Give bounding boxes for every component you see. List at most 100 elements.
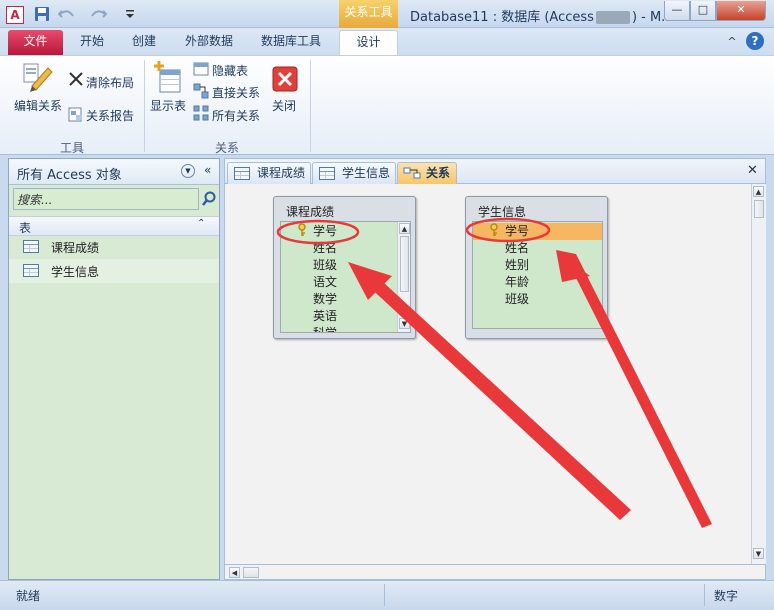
doc-tab-student-info[interactable]: 学生信息 (312, 162, 396, 184)
edit-relationships-button[interactable]: 编辑关系 (14, 97, 62, 114)
window-title: Database11 : 数据库 (Access) - M... (410, 6, 674, 25)
nav-group-tables[interactable]: 表 ⌃ (9, 216, 219, 236)
field-item[interactable]: 科学 (313, 325, 337, 332)
field-label: 学号 (313, 224, 338, 238)
field-item[interactable]: 班级 (313, 257, 337, 274)
hide-table-icon (193, 61, 209, 80)
nav-search-input[interactable]: 搜索... (13, 188, 199, 210)
field-list-title: 学生信息 (478, 205, 527, 219)
field-item[interactable]: 英语 (313, 308, 337, 325)
relationships-tab-icon (403, 166, 421, 186)
canvas-horizontal-scrollbar[interactable]: ◀ (224, 564, 766, 580)
search-icon[interactable] (201, 190, 217, 211)
field-item[interactable]: 姓名 (313, 240, 337, 257)
field-item[interactable]: 班级 (505, 291, 529, 308)
clear-layout-button[interactable]: 清除布局 (86, 74, 134, 91)
field-list-title: 课程成绩 (286, 205, 335, 219)
nav-item-course-scores[interactable]: 课程成绩 (9, 235, 219, 259)
tools-group-label: 工具 (59, 141, 84, 155)
field-item[interactable]: 姓名 (505, 240, 529, 257)
scroll-thumb[interactable] (754, 200, 764, 218)
scroll-left-icon[interactable]: ◀ (229, 567, 240, 578)
help-icon[interactable]: ? (746, 32, 764, 50)
clear-layout-icon (68, 71, 84, 90)
nav-header[interactable]: 所有 Access 对象 ▼ « (9, 159, 219, 185)
nav-item-label: 学生信息 (51, 265, 100, 279)
scroll-up-icon[interactable]: ▲ (753, 186, 764, 197)
scroll-up-icon[interactable]: ▲ (399, 223, 410, 234)
nav-menu-dropdown-icon[interactable]: ▼ (181, 164, 195, 178)
tab-file[interactable]: 文件 (8, 30, 63, 55)
tab-create[interactable]: 创建 (124, 30, 164, 55)
field-list-body[interactable]: 学号 姓名 姓别 年龄 班级 (472, 221, 603, 329)
scroll-down-icon[interactable]: ▼ (753, 548, 764, 559)
show-table-icon (152, 60, 184, 97)
redo-icon[interactable] (90, 6, 108, 24)
tab-database-tools[interactable]: 数据库工具 (252, 30, 330, 55)
collapse-group-icon[interactable]: ⌃ (197, 218, 205, 229)
relationship-report-button[interactable]: 关系报告 (86, 107, 134, 124)
primary-key-icon (489, 223, 499, 242)
field-item-key-selected[interactable]: 学号 (473, 223, 602, 240)
close-relationships-icon (272, 66, 298, 95)
field-list-scrollbar[interactable]: ▲ ▼ (397, 222, 410, 332)
doc-tab-course-scores[interactable]: 课程成绩 (227, 162, 311, 184)
scroll-thumb[interactable] (243, 567, 259, 578)
field-list-student-info[interactable]: 学生信息 学号 姓名 姓别 年龄 班级 (465, 196, 608, 339)
field-item[interactable]: 年龄 (505, 274, 529, 291)
field-list-body[interactable]: 学号 姓名 班级 语文 数学 英语 科学 ▲ ▼ (280, 221, 411, 333)
scroll-down-icon[interactable]: ▼ (399, 318, 410, 329)
relationships-group-label: 关系 (214, 141, 239, 155)
field-item[interactable]: 数学 (313, 291, 337, 308)
field-label: 学号 (505, 224, 530, 238)
close-document-icon[interactable]: ✕ (747, 163, 758, 178)
field-item[interactable]: 姓别 (505, 257, 529, 274)
primary-key-icon (297, 223, 307, 242)
maximize-button[interactable]: □ (690, 1, 716, 21)
close-relationships-button[interactable]: 关闭 (272, 97, 296, 114)
document-tabs: 课程成绩 学生信息 关系 ✕ (224, 158, 766, 184)
minimize-button[interactable]: — (664, 1, 690, 21)
status-separator (704, 584, 705, 606)
hide-table-button[interactable]: 隐藏表 (212, 62, 248, 79)
all-relationships-icon (193, 105, 209, 124)
customize-qat-icon[interactable] (124, 6, 142, 24)
relationships-canvas[interactable]: 课程成绩 学号 姓名 班级 语文 数学 英语 科学 ▲ ▼ 学生信息 学号 姓名… (224, 184, 766, 564)
title-bar: A 关系工具 Database11 : 数据库 (Access) - M... … (0, 0, 774, 28)
redacted-area (595, 11, 630, 24)
scroll-thumb[interactable] (400, 236, 409, 292)
access-logo-icon[interactable]: A (6, 6, 24, 24)
nav-item-label: 课程成绩 (51, 241, 100, 255)
field-item-key[interactable]: 学号 (281, 223, 396, 240)
close-window-button[interactable]: ✕ (716, 1, 766, 21)
table-icon (319, 167, 335, 180)
collapse-ribbon-icon[interactable]: ^ (724, 30, 740, 55)
field-list-course-scores[interactable]: 课程成绩 学号 姓名 班级 语文 数学 英语 科学 ▲ ▼ (273, 196, 416, 339)
show-table-button[interactable]: 显示表 (150, 97, 186, 114)
tab-home[interactable]: 开始 (72, 30, 112, 55)
tab-design[interactable]: 设计 (339, 30, 398, 55)
collapse-nav-icon[interactable]: « (204, 163, 211, 177)
table-icon (23, 264, 39, 277)
window-title-text: Database11 : 数据库 (Access (410, 10, 594, 25)
save-icon[interactable] (34, 6, 52, 24)
num-lock-indicator: 数字 (714, 589, 739, 603)
direct-relationships-button[interactable]: 直接关系 (212, 84, 260, 101)
doc-tab-label: 关系 (426, 166, 451, 180)
canvas-vertical-scrollbar[interactable]: ▲ ▼ (751, 184, 766, 564)
table-icon (23, 240, 39, 253)
all-relationships-button[interactable]: 所有关系 (212, 107, 260, 124)
doc-tab-label: 课程成绩 (257, 166, 306, 180)
tab-external-data[interactable]: 外部数据 (177, 30, 241, 55)
table-icon (234, 167, 250, 180)
relationship-report-icon (68, 106, 84, 125)
edit-relationships-icon (22, 60, 54, 97)
field-item[interactable]: 语文 (313, 274, 337, 291)
ribbon-tabs: 文件 开始 创建 外部数据 数据库工具 设计 ^ ? (0, 28, 774, 55)
doc-tab-label: 学生信息 (342, 166, 391, 180)
nav-item-student-info[interactable]: 学生信息 (9, 259, 219, 283)
status-text: 就绪 (16, 589, 41, 603)
doc-tab-relationships[interactable]: 关系 (397, 162, 457, 184)
undo-icon[interactable] (57, 6, 76, 24)
navigation-pane: 所有 Access 对象 ▼ « 搜索... 表 ⌃ 课程成绩 学生信息 (8, 158, 220, 580)
